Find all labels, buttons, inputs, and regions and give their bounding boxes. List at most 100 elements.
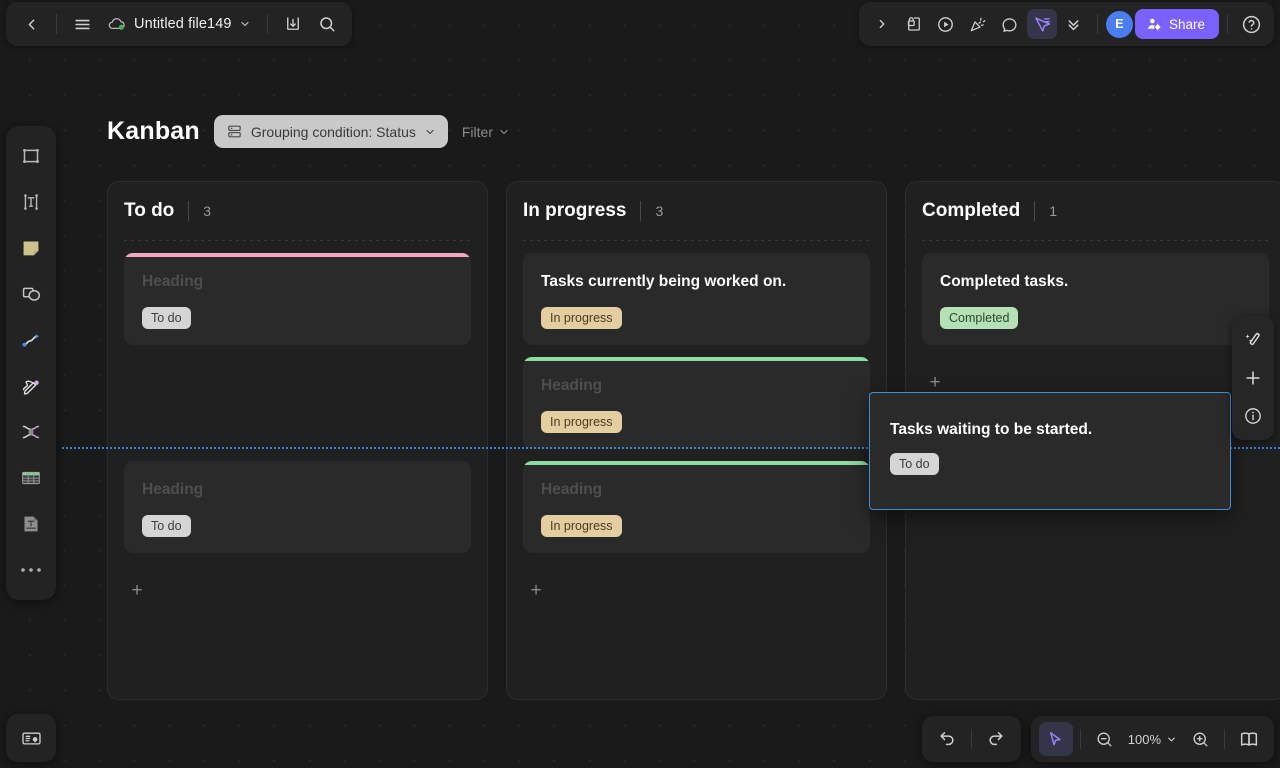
kanban-card[interactable]: Heading To do	[124, 461, 471, 553]
card-status-tag[interactable]: To do	[142, 307, 191, 329]
chevron-down-icon	[239, 18, 251, 30]
kanban-column: In progress 3 Tasks currently being worked…	[506, 181, 887, 700]
kanban-column: To do3HeadingTo doHeadingTo doHeadingTo …	[107, 181, 488, 700]
collapse-button[interactable]	[1059, 9, 1089, 39]
column-title: In progress	[523, 200, 627, 221]
confetti-button[interactable]	[963, 9, 993, 39]
kanban-card[interactable]: Heading In progress	[523, 357, 870, 449]
connector-tool-button[interactable]	[12, 318, 50, 362]
kanban-card[interactable]: Heading In progress	[523, 461, 870, 553]
info-circle-icon	[1243, 406, 1263, 426]
frame-tool-button[interactable]	[12, 134, 50, 178]
pages-button[interactable]	[1232, 722, 1266, 756]
zoom-level-dropdown[interactable]: 100%	[1124, 732, 1181, 747]
card-title: Heading	[142, 481, 204, 498]
plus-icon	[1243, 368, 1263, 388]
column-divider	[188, 201, 190, 221]
pen-draw-icon	[18, 373, 44, 399]
zoom-in-button[interactable]	[1183, 722, 1217, 756]
card-title: Heading	[541, 481, 603, 498]
filter-label: Filter	[461, 123, 493, 140]
zoom-group: 100%	[1030, 716, 1274, 762]
ellipsis-icon	[20, 566, 42, 574]
ai-magic-button[interactable]	[1237, 324, 1269, 356]
minimap-button[interactable]	[6, 714, 56, 762]
zoom-level-label: 100%	[1127, 731, 1161, 747]
dragged-card-tag[interactable]: To do	[890, 453, 939, 475]
more-tools-button[interactable]	[12, 548, 50, 592]
file-name-label: Untitled file149	[134, 16, 232, 32]
column-divider	[640, 201, 642, 221]
zoom-out-button[interactable]	[1088, 722, 1122, 756]
column-card-list: Tasks currently being worked on. In progr…	[523, 241, 870, 603]
mindmap-tool-button[interactable]	[12, 410, 50, 454]
toolbar-divider-2	[266, 14, 268, 34]
kanban-card[interactable]: Heading To do	[124, 253, 471, 345]
card-status-tag[interactable]: In progress	[541, 411, 622, 433]
toolbar-divider-4	[1227, 14, 1228, 34]
table-tool-button[interactable]	[12, 456, 50, 500]
kanban-card[interactable]: Tasks currently being worked on. In progr…	[523, 253, 870, 345]
shape-tool-button[interactable]	[12, 272, 50, 316]
column-header: Completed 1	[922, 200, 1269, 240]
grouping-condition-dropdown[interactable]: Grouping condition: Status	[213, 115, 448, 148]
top-left-toolbar: Untitled file149	[6, 2, 352, 46]
card-title: Completed tasks.	[940, 273, 1069, 290]
column-title: Completed	[922, 200, 1021, 221]
text-tool-button[interactable]	[12, 180, 50, 224]
undo-button[interactable]	[930, 722, 964, 756]
card-status-tag[interactable]: To do	[142, 515, 191, 537]
curve-connector-icon	[18, 327, 44, 353]
card-title: Tasks currently being worked on.	[541, 273, 787, 290]
play-button[interactable]	[931, 9, 961, 39]
avatar[interactable]: E	[1105, 10, 1133, 38]
chevron-down-icon	[498, 126, 510, 138]
add-button[interactable]	[1237, 362, 1269, 394]
add-card-button[interactable]: +	[523, 577, 549, 603]
share-label: Share	[1168, 16, 1205, 32]
text-box-icon	[18, 189, 44, 215]
file-name-dropdown[interactable]: Untitled file149	[101, 9, 257, 39]
document-tool-button[interactable]	[12, 502, 50, 546]
page-lock-button[interactable]	[899, 9, 929, 39]
expand-toolbar-button[interactable]	[867, 9, 897, 39]
card-status-tag[interactable]: Completed	[940, 307, 1019, 329]
add-card-button[interactable]: +	[124, 577, 150, 603]
column-count: 1	[1049, 203, 1057, 219]
sticky-note-icon	[18, 235, 44, 261]
kanban-card[interactable]: Completed tasks. Completed	[922, 253, 1269, 345]
toolbar-divider	[56, 14, 57, 34]
card-title: Heading	[142, 273, 204, 290]
menu-button[interactable]	[67, 9, 97, 39]
board-header: Kanban Grouping condition: Status Filter	[107, 115, 510, 148]
search-button[interactable]	[312, 9, 342, 39]
comment-button[interactable]	[995, 9, 1025, 39]
pen-tool-button[interactable]	[12, 364, 50, 408]
group-rows-icon	[226, 123, 243, 140]
cursor-tool-button[interactable]	[1038, 722, 1073, 756]
filter-dropdown[interactable]: Filter	[462, 124, 510, 140]
chevron-down-icon	[1166, 734, 1177, 745]
bottom-divider-2	[1079, 729, 1081, 749]
back-button[interactable]	[16, 9, 46, 39]
page-title: Kanban	[107, 117, 200, 145]
card-status-tag[interactable]: In progress	[541, 515, 622, 537]
column-divider	[1034, 201, 1036, 221]
card-status-tag[interactable]: In progress	[541, 307, 622, 329]
mindmap-icon	[18, 419, 44, 445]
column-header: To do 3	[124, 200, 471, 240]
redo-button[interactable]	[979, 722, 1013, 756]
right-floating-panel	[1232, 316, 1274, 440]
shapes-icon	[18, 281, 44, 307]
select-mode-button[interactable]	[1026, 9, 1057, 39]
help-button[interactable]	[1236, 9, 1266, 39]
info-button[interactable]	[1237, 400, 1269, 432]
share-button[interactable]: Share	[1134, 9, 1219, 39]
frame-icon	[18, 143, 44, 169]
sticky-note-tool-button[interactable]	[12, 226, 50, 270]
magic-wand-icon	[1243, 330, 1263, 350]
card-title: Heading	[541, 377, 603, 394]
minimap-icon	[19, 726, 44, 751]
download-button[interactable]	[278, 9, 308, 39]
dragged-card[interactable]: Tasks waiting to be started. To do	[869, 392, 1231, 510]
